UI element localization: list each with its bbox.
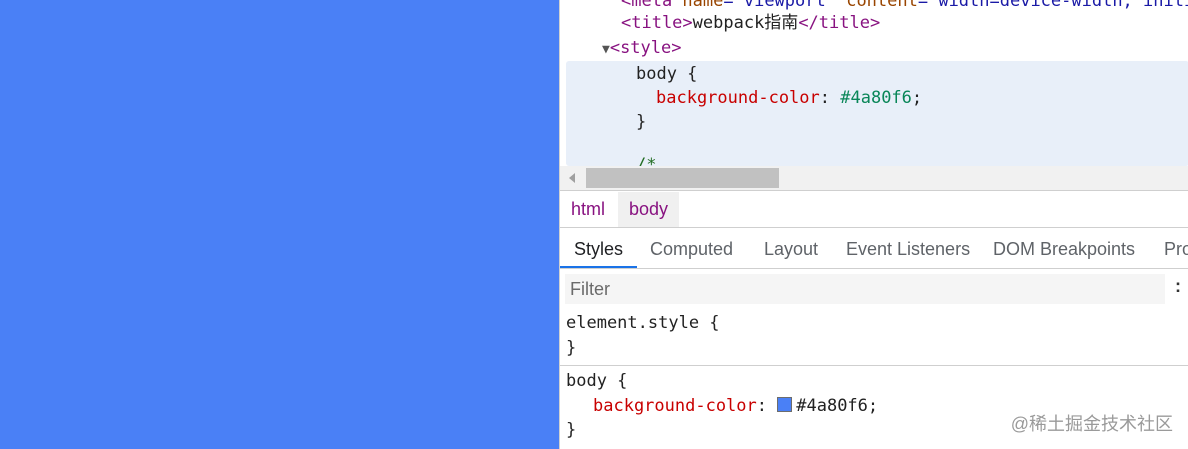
title-text: webpack指南 [692,13,799,33]
css-selector-line: body { [636,64,698,84]
css-declaration-line: background-color: #4a80f6; [656,86,922,110]
css-close-brace: } [636,112,647,132]
breadcrumb: html body [560,192,1188,228]
watermark: @稀土掘金技术社区 [1010,414,1173,434]
body-rule-declaration[interactable]: background-color: #4a80f6; [593,394,878,419]
rule-semicolon: ; [867,396,879,416]
css-value: #4a80f6 [840,88,912,108]
style-open-tag: <style> [609,38,682,58]
elements-tree: <meta name="viewport" content="width=dev… [560,0,1188,166]
tab-styles[interactable]: Styles [560,229,638,268]
rule-colon: : [756,396,778,416]
element-style-selector[interactable]: element.style { [566,311,720,336]
css-comment: /* [636,155,657,166]
rule-divider [560,365,1188,366]
filter-row: : [560,270,1188,310]
sidebar-tabs: Styles Computed Layout Event Listeners D… [560,229,1188,269]
title-node[interactable]: <title>webpack指南</title> [621,11,880,35]
title-close-tag: </title> [798,13,881,33]
filter-input[interactable] [565,274,1165,304]
rule-value[interactable]: #4a80f6 [796,396,868,416]
scrollbar-thumb[interactable] [586,168,779,188]
page-viewport [0,0,559,449]
devtools-panel: <meta name="viewport" content="width=dev… [559,0,1188,449]
meta-attr-name: name [672,0,724,11]
tab-computed[interactable]: Computed [650,229,733,268]
breadcrumb-body[interactable]: body [618,192,680,227]
rule-property[interactable]: background-color [593,396,757,416]
tab-event-listeners[interactable]: Event Listeners [846,229,970,268]
scroll-left-arrow-icon[interactable] [569,173,575,183]
tab-layout[interactable]: Layout [764,229,818,268]
meta-tag: <meta [621,0,673,11]
expand-triangle-icon[interactable]: ▼ [602,42,610,57]
tab-properties[interactable]: Pro [1164,229,1188,268]
breadcrumb-html[interactable]: html [560,192,616,227]
tab-dom-breakpoints[interactable]: DOM Breakpoints [993,229,1135,268]
css-property: background-color [656,88,820,108]
more-options-button[interactable]: : [1175,276,1181,297]
meta-attr2-name: content [835,0,918,11]
meta-attr2-value: ="width=device-width, initial [917,0,1188,11]
css-colon: : [819,88,841,108]
style-node[interactable]: ▼<style> [602,36,681,62]
meta-attr-value: ="viewport" [723,0,836,11]
body-rule-selector[interactable]: body { [566,369,627,394]
title-open-tag: <title> [621,13,693,33]
css-semicolon: ; [911,88,923,108]
element-style-close: } [566,338,577,358]
color-swatch[interactable] [777,397,793,412]
horizontal-scrollbar[interactable] [560,166,1188,191]
body-rule-close: } [566,420,577,440]
